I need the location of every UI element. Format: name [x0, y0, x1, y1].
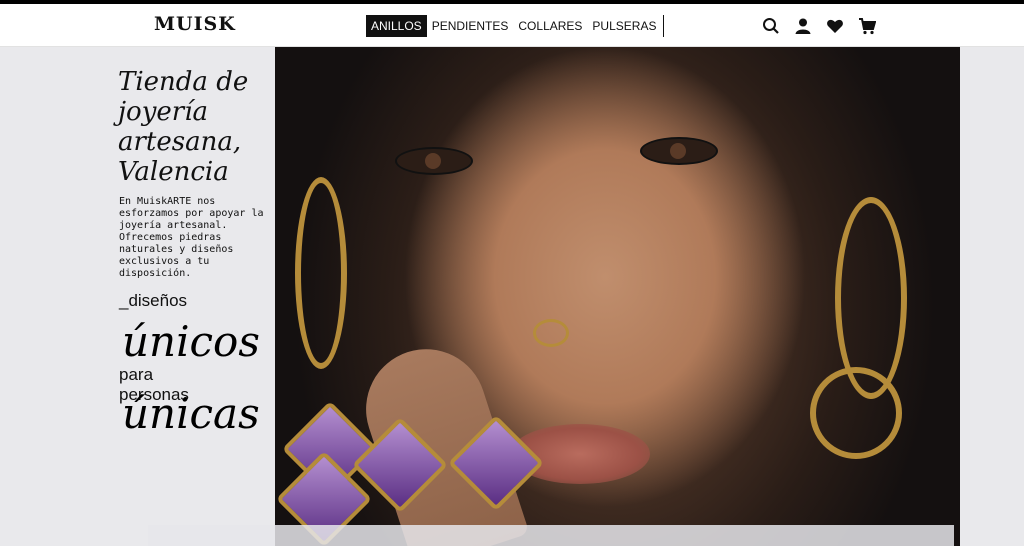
hero-section: Tienda de joyería artesana, Valencia En …: [0, 47, 1024, 546]
photo-eye-right: [640, 137, 718, 165]
nav-item-collares[interactable]: COLLARES: [513, 15, 587, 37]
hero-word-unicos: únicos: [122, 317, 260, 366]
hero-line-disenos: _diseños: [119, 291, 188, 310]
photo-ring-hoop: [810, 367, 902, 459]
user-icon[interactable]: [794, 17, 812, 35]
nav-divider: [663, 15, 665, 37]
nav-item-anillos[interactable]: ANILLOS: [366, 15, 427, 37]
cart-icon[interactable]: [858, 17, 877, 35]
hero-intro: En MuiskARTE nos esforzamos por apoyar l…: [119, 196, 264, 279]
photo-septum-ring: [533, 319, 569, 347]
header-icons: [762, 17, 877, 35]
search-icon[interactable]: [762, 17, 780, 35]
main-nav: ANILLOS PENDIENTES COLLARES PULSERAS: [366, 14, 665, 38]
nav-item-pulseras[interactable]: PULSERAS: [587, 15, 661, 37]
hero-word-unicas: únicas: [122, 389, 260, 438]
photo-eye-left: [395, 147, 473, 175]
nav-item-pendientes[interactable]: PENDIENTES: [427, 15, 514, 37]
hero-heading: Tienda de joyería artesana, Valencia: [118, 67, 249, 187]
heart-icon[interactable]: [826, 17, 844, 35]
site-header: MUISK ANILLOS PENDIENTES COLLARES PULSER…: [0, 4, 1024, 47]
hero-bottom-strip: [148, 525, 954, 546]
brand-logo[interactable]: MUISK: [154, 13, 236, 35]
photo-earring-left: [295, 177, 347, 369]
